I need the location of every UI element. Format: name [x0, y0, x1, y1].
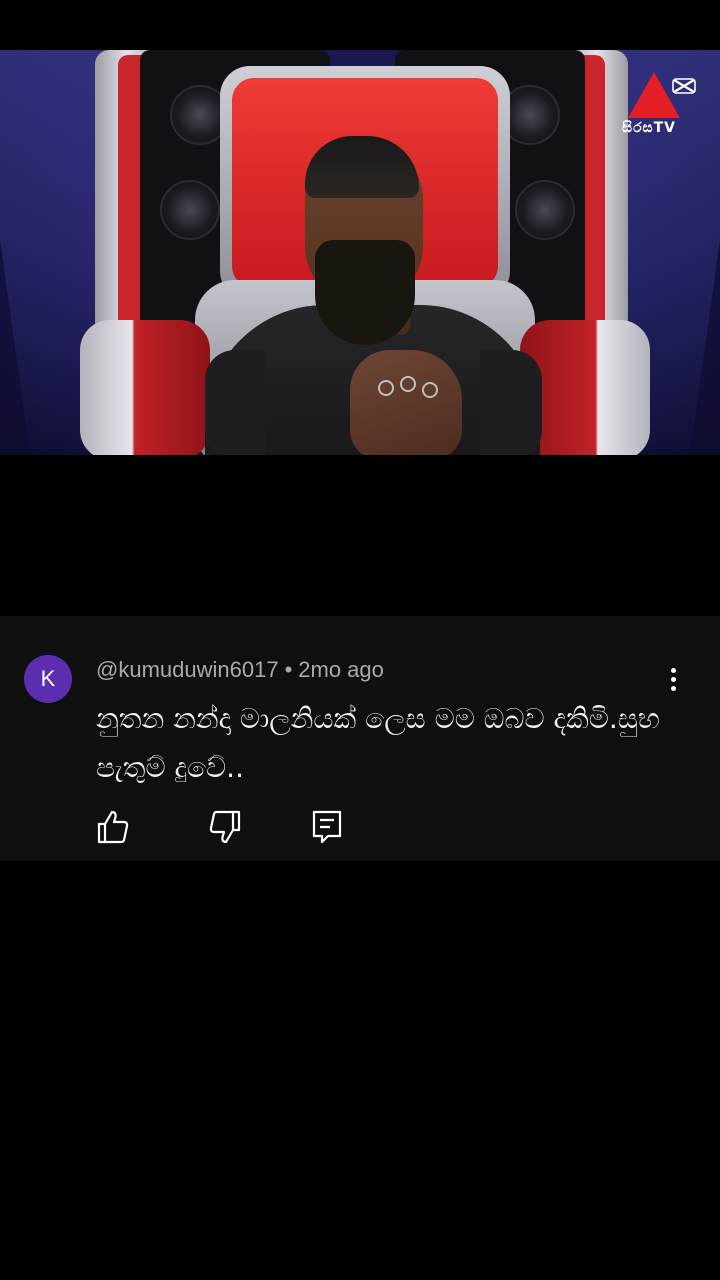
meta-separator: •: [284, 657, 293, 682]
comment-meta: @kumuduwin6017 • 2mo ago: [96, 657, 384, 683]
person-sleeve: [480, 350, 542, 455]
reply-icon[interactable]: [310, 808, 344, 846]
chair-armrest: [80, 320, 210, 455]
video-player[interactable]: [0, 50, 720, 455]
dislike-icon[interactable]: [208, 808, 242, 846]
speaker-cone: [515, 180, 575, 240]
comment-text: නුතන නන්දා මාලනියක් ලෙස මම ඔබව දකිමි.සුභ…: [96, 702, 660, 784]
person-beard: [315, 240, 415, 345]
ring: [422, 382, 438, 398]
comment-username[interactable]: @kumuduwin6017: [96, 657, 279, 682]
speaker-cone: [160, 180, 220, 240]
capcut-icon: [672, 78, 696, 94]
person-sleeve: [205, 350, 265, 455]
channel-logo-text: සිරසTV: [622, 120, 676, 136]
comment-time: 2mo ago: [298, 657, 384, 682]
more-vert-icon[interactable]: [662, 664, 684, 698]
ring: [400, 376, 416, 392]
person-hands: [350, 350, 462, 455]
ring: [378, 380, 394, 396]
avatar[interactable]: K: [24, 655, 72, 703]
like-icon[interactable]: [96, 808, 130, 846]
